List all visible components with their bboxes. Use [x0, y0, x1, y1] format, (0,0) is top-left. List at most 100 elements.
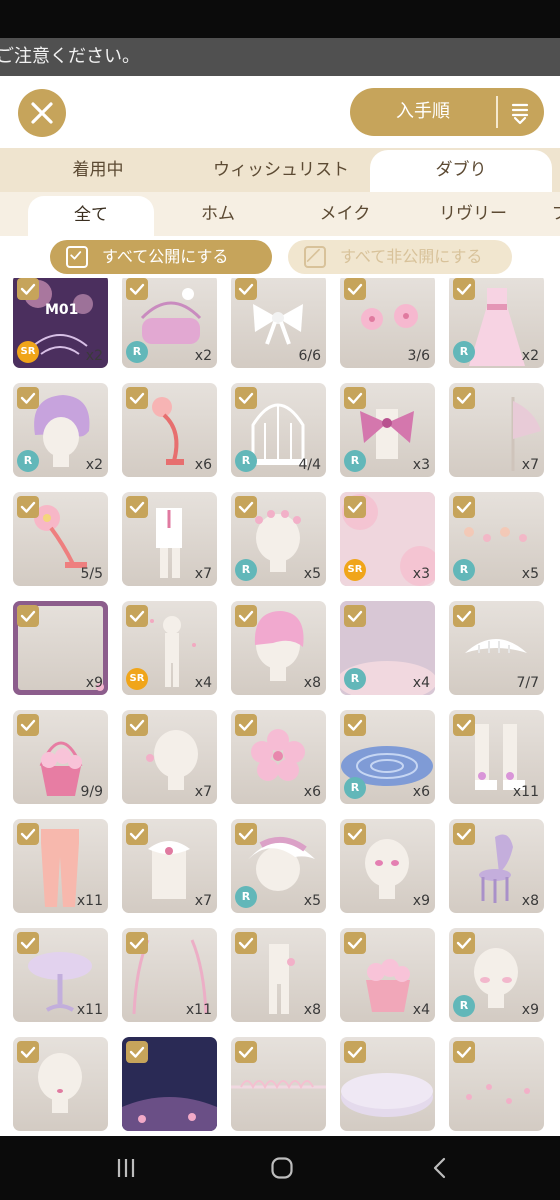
check-icon[interactable] — [17, 278, 39, 300]
item-card[interactable] — [340, 1037, 435, 1131]
tab-duplicates[interactable]: ダブり — [370, 150, 552, 192]
check-icon[interactable] — [453, 605, 475, 627]
subtab-all[interactable]: 全て — [28, 196, 154, 236]
item-card[interactable]: 5/5 — [13, 492, 108, 586]
item-card[interactable]: Rx5 — [231, 492, 326, 586]
item-count: x2 — [85, 348, 103, 364]
check-icon[interactable] — [235, 496, 257, 518]
item-card[interactable] — [449, 1037, 544, 1131]
item-card[interactable]: 7/7 — [449, 601, 544, 695]
item-card[interactable]: x9 — [340, 819, 435, 913]
subtab-home[interactable]: ホム — [170, 192, 266, 236]
check-icon[interactable] — [17, 496, 39, 518]
item-count: 5/5 — [80, 566, 103, 582]
check-icon[interactable] — [126, 387, 148, 409]
item-card[interactable]: x4 — [340, 928, 435, 1022]
item-card[interactable]: 6/6 — [231, 278, 326, 368]
check-icon[interactable] — [344, 932, 366, 954]
home-icon[interactable] — [270, 1156, 294, 1180]
check-icon[interactable] — [126, 932, 148, 954]
item-card[interactable]: x11 — [13, 928, 108, 1022]
item-card[interactable]: x11 — [449, 710, 544, 804]
rarity-badge: R — [344, 777, 366, 799]
check-icon[interactable] — [235, 1041, 257, 1063]
item-card[interactable] — [122, 1037, 217, 1131]
check-icon[interactable] — [17, 387, 39, 409]
recents-icon[interactable] — [114, 1156, 138, 1180]
close-button[interactable] — [18, 89, 66, 137]
check-icon[interactable] — [126, 278, 148, 300]
check-icon[interactable] — [453, 278, 475, 300]
check-icon[interactable] — [344, 387, 366, 409]
item-card[interactable]: Rx6 — [340, 710, 435, 804]
check-icon[interactable] — [126, 823, 148, 845]
back-icon[interactable] — [428, 1156, 452, 1180]
check-icon[interactable] — [235, 278, 257, 300]
item-card[interactable]: Rx5 — [449, 492, 544, 586]
item-card[interactable]: x11 — [122, 928, 217, 1022]
check-icon[interactable] — [344, 278, 366, 300]
item-card[interactable]: Rx3 — [340, 383, 435, 477]
item-card[interactable]: 9/9 — [13, 710, 108, 804]
check-icon[interactable] — [344, 714, 366, 736]
item-card[interactable]: x9 — [13, 601, 108, 695]
item-card[interactable]: R 4/4 — [231, 383, 326, 477]
check-icon[interactable] — [126, 605, 148, 627]
item-card[interactable]: 3/6 — [340, 278, 435, 368]
item-card[interactable] — [13, 1037, 108, 1131]
check-icon[interactable] — [235, 823, 257, 845]
subtab-more[interactable]: フ — [548, 192, 560, 236]
check-icon[interactable] — [453, 714, 475, 736]
item-card[interactable]: Rx9 — [449, 928, 544, 1022]
check-icon[interactable] — [235, 605, 257, 627]
check-icon[interactable] — [235, 714, 257, 736]
check-icon[interactable] — [453, 496, 475, 518]
item-card[interactable]: x11 — [13, 819, 108, 913]
item-card[interactable]: x6 — [231, 710, 326, 804]
check-icon[interactable] — [235, 387, 257, 409]
subtab-makeup[interactable]: メイク — [290, 192, 400, 236]
make-all-private-button[interactable]: すべて非公開にする — [288, 240, 512, 274]
item-card[interactable]: x8 — [231, 601, 326, 695]
item-card[interactable]: SR x3 — [340, 492, 435, 586]
item-card[interactable]: x7 — [122, 819, 217, 913]
item-count: x3 — [412, 566, 430, 582]
check-icon[interactable] — [453, 1041, 475, 1063]
item-card[interactable]: Rx2 — [122, 278, 217, 368]
item-card[interactable]: M01 SR x2 — [13, 278, 108, 368]
item-card[interactable]: Rx2 — [449, 278, 544, 368]
item-card[interactable]: x6 — [122, 383, 217, 477]
item-card[interactable]: x7 — [122, 492, 217, 586]
check-icon[interactable] — [344, 1041, 366, 1063]
item-card[interactable]: Rx2 — [13, 383, 108, 477]
check-icon[interactable] — [344, 605, 366, 627]
check-icon[interactable] — [17, 714, 39, 736]
check-icon[interactable] — [17, 605, 39, 627]
item-card[interactable]: SR x4 — [122, 601, 217, 695]
check-icon[interactable] — [344, 823, 366, 845]
rarity-badge: SR — [126, 668, 148, 690]
check-icon[interactable] — [453, 932, 475, 954]
check-icon[interactable] — [126, 1041, 148, 1063]
sort-button[interactable]: 入手順 — [350, 88, 544, 136]
check-icon[interactable] — [17, 823, 39, 845]
item-card[interactable]: x8 — [449, 819, 544, 913]
item-card[interactable]: Rx4 — [340, 601, 435, 695]
subtab-livly[interactable]: リヴリー — [418, 192, 528, 236]
check-icon[interactable] — [126, 714, 148, 736]
tab-wishlist[interactable]: ウィッシュリスト — [196, 148, 366, 192]
item-card[interactable]: Rx5 — [231, 819, 326, 913]
check-icon[interactable] — [235, 932, 257, 954]
make-all-public-button[interactable]: すべて公開にする — [50, 240, 272, 274]
check-icon[interactable] — [453, 387, 475, 409]
item-card[interactable]: x7 — [122, 710, 217, 804]
check-icon[interactable] — [453, 823, 475, 845]
tab-wearing[interactable]: 着用中 — [42, 148, 154, 192]
check-icon[interactable] — [17, 932, 39, 954]
check-icon[interactable] — [126, 496, 148, 518]
item-card[interactable] — [231, 1037, 326, 1131]
check-icon[interactable] — [344, 496, 366, 518]
item-card[interactable]: x8 — [231, 928, 326, 1022]
check-icon[interactable] — [17, 1041, 39, 1063]
item-card[interactable]: x7 — [449, 383, 544, 477]
